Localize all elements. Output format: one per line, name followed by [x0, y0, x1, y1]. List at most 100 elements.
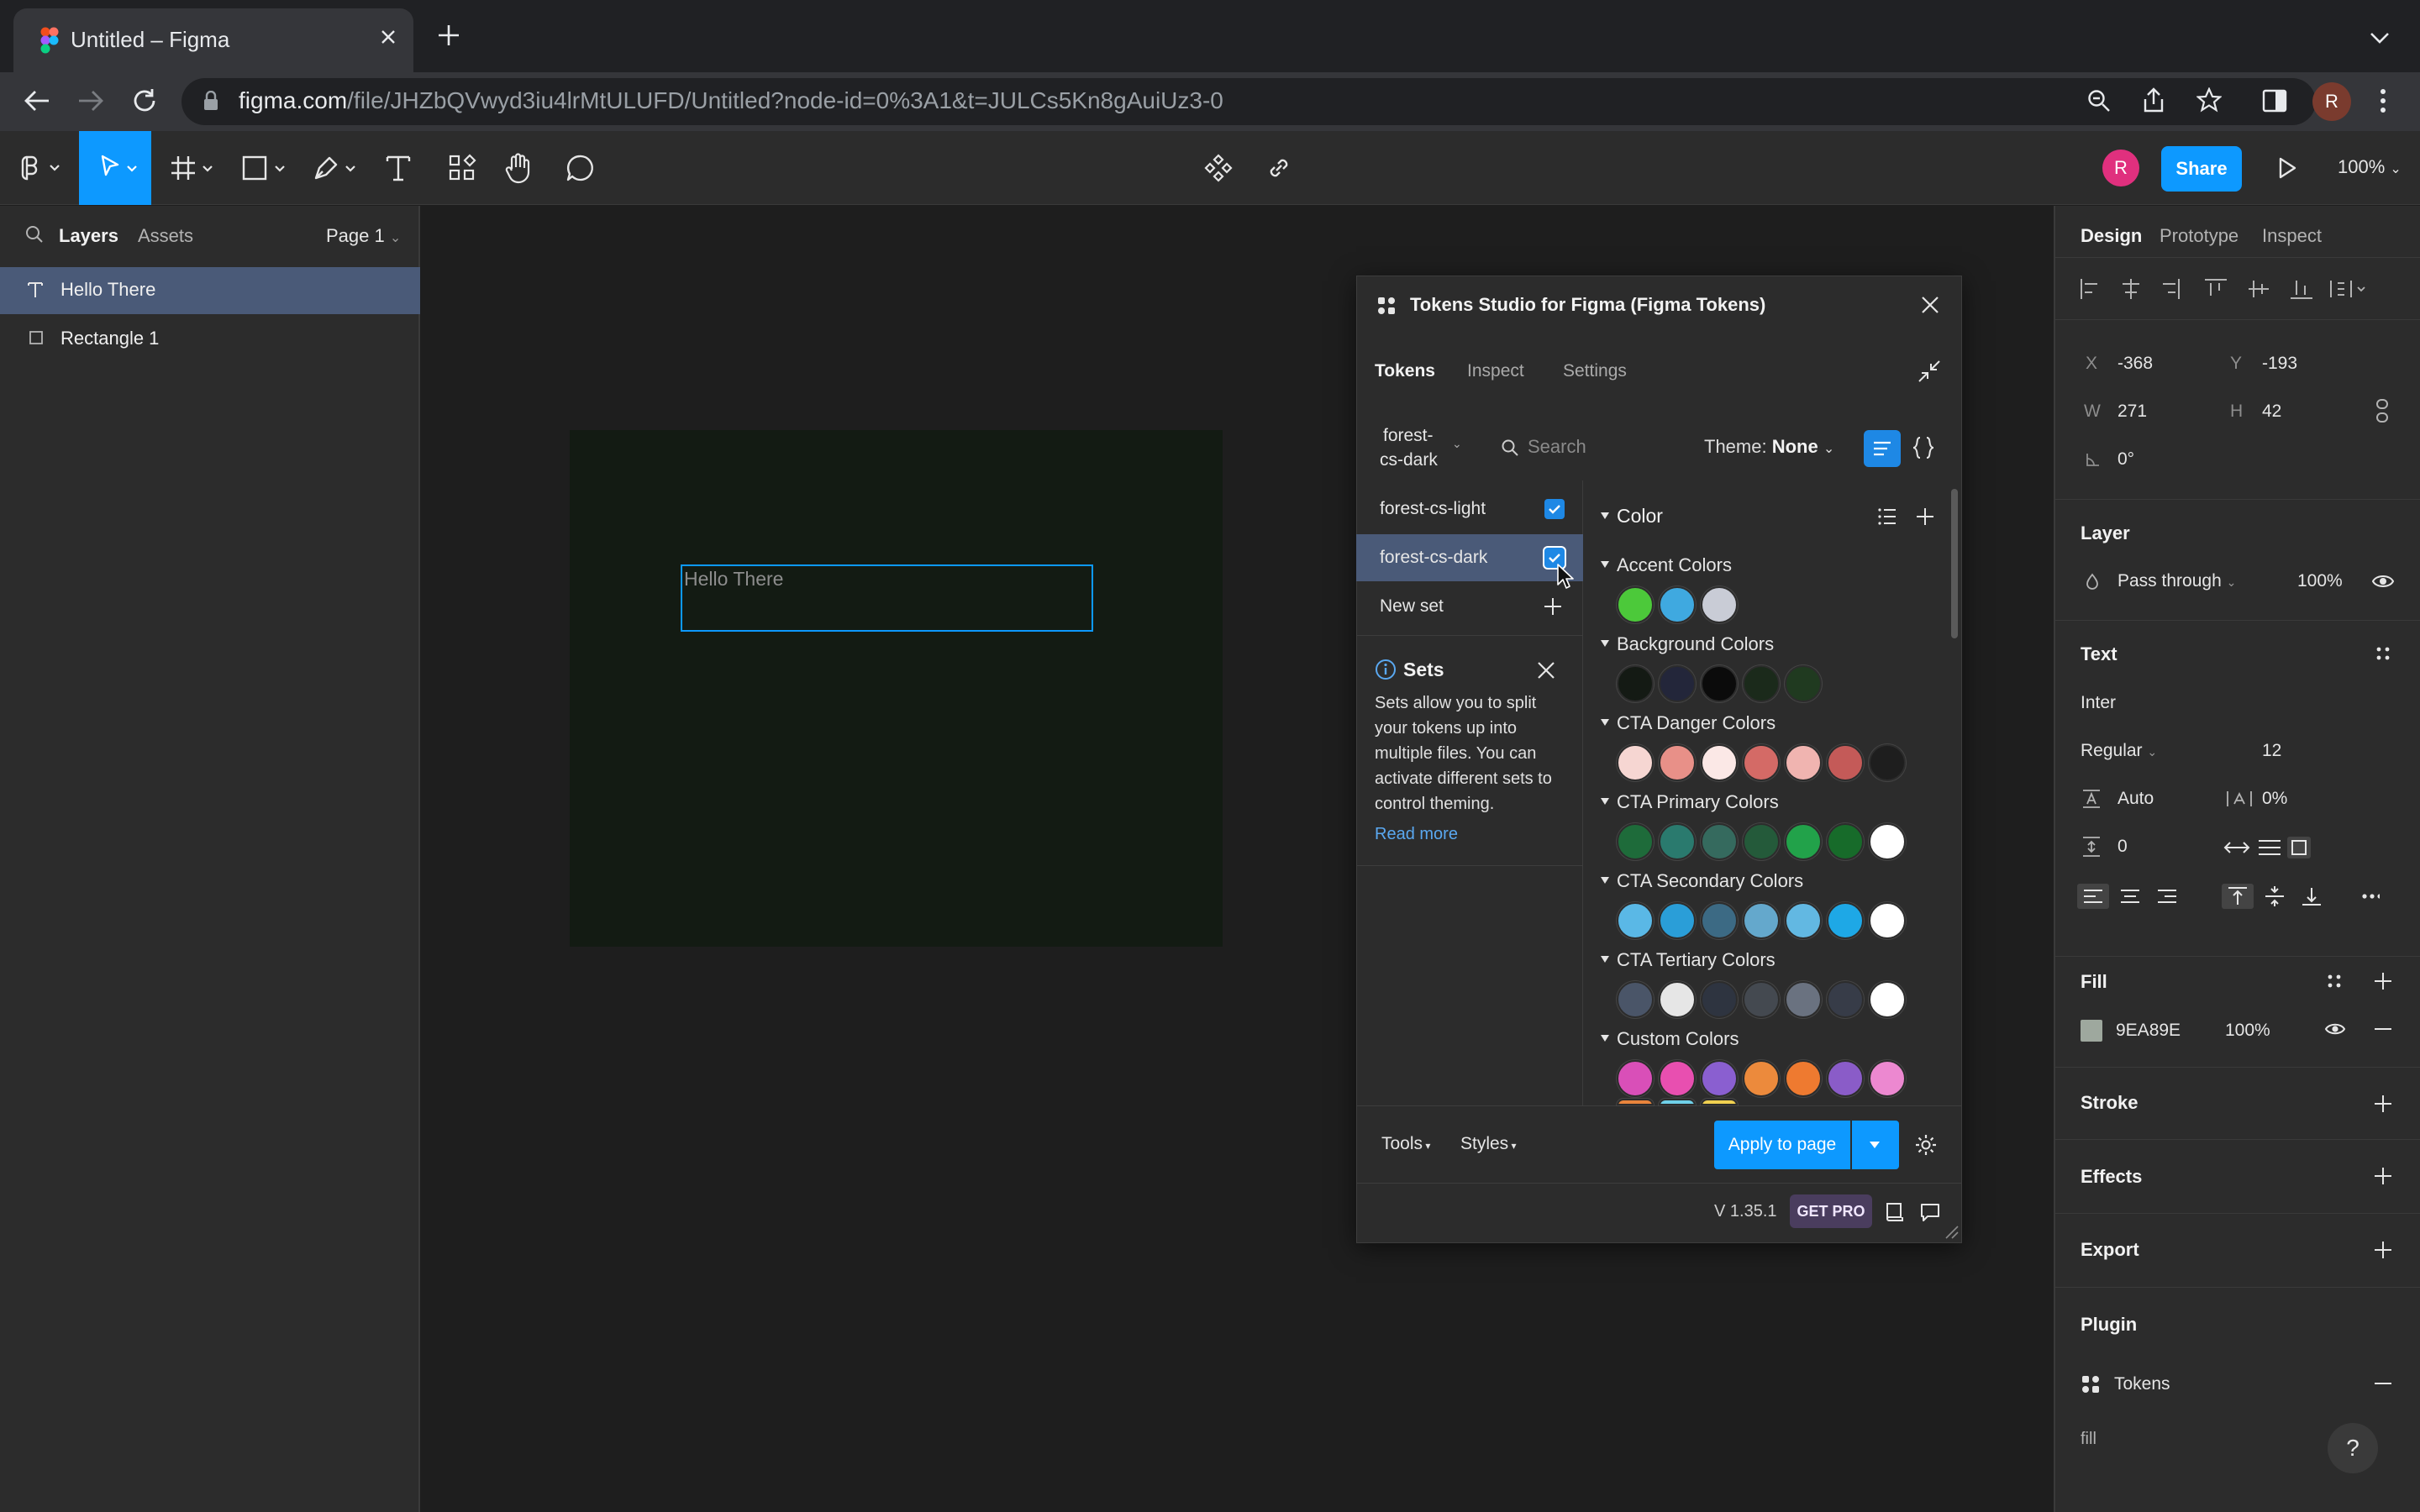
alignment-icons[interactable] [2079, 277, 2407, 301]
settings-gear-icon[interactable] [1914, 1133, 1938, 1157]
frame-tool-button[interactable] [168, 143, 220, 193]
close-tab-icon[interactable] [376, 25, 400, 49]
color-token-swatch[interactable] [1617, 823, 1654, 860]
color-token-swatch[interactable] [1743, 902, 1780, 939]
bookmark-star-icon[interactable] [2196, 87, 2222, 113]
minus-icon[interactable] [2373, 1378, 2393, 1389]
color-token-swatch[interactable] [1659, 1099, 1696, 1105]
tab-inspect[interactable]: Inspect [2262, 225, 2322, 247]
color-token-swatch[interactable] [1617, 902, 1654, 939]
new-set-row[interactable]: New set [1356, 583, 1583, 630]
hand-tool-button[interactable] [502, 143, 536, 193]
tools-dropdown[interactable]: Tools ▾ [1381, 1134, 1430, 1154]
fill-color-swatch[interactable] [2081, 1020, 2102, 1042]
move-tool-button[interactable] [79, 131, 151, 205]
color-token-swatch[interactable] [1827, 1060, 1864, 1097]
color-token-swatch[interactable] [1617, 1099, 1654, 1105]
paragraph-spacing-input[interactable]: 0 [2118, 837, 2128, 857]
main-menu-button[interactable] [15, 143, 66, 193]
share-page-icon[interactable] [2143, 87, 2165, 113]
color-token-swatch[interactable] [1869, 744, 1906, 781]
fill-hex-input[interactable]: 9EA89E [2116, 1021, 2181, 1041]
color-token-swatch[interactable] [1659, 902, 1696, 939]
caret-down-icon[interactable] [1600, 559, 1610, 570]
close-icon[interactable] [1919, 294, 1941, 316]
search-icon[interactable] [25, 225, 44, 244]
color-token-swatch[interactable] [1659, 981, 1696, 1018]
styles-dropdown[interactable]: Styles ▾ [1460, 1134, 1517, 1154]
rectangle-1-frame[interactable] [570, 430, 1223, 947]
help-button[interactable]: ? [2328, 1423, 2378, 1473]
text-resizing-icons[interactable] [2223, 837, 2311, 858]
tab-layers[interactable]: Layers [59, 225, 118, 247]
color-token-swatch[interactable] [1617, 1060, 1654, 1097]
hello-there-text-layer[interactable]: Hello There [681, 564, 1093, 632]
token-group-title[interactable]: CTA Primary Colors [1617, 791, 1779, 813]
token-group-title[interactable]: Background Colors [1617, 633, 1774, 655]
h-input[interactable]: 42 [2262, 402, 2281, 422]
color-token-swatch[interactable] [1659, 823, 1696, 860]
color-token-swatch[interactable] [1869, 823, 1906, 860]
tab-assets[interactable]: Assets [138, 225, 193, 247]
line-height-input[interactable]: Auto [2118, 789, 2154, 809]
minimize-icon[interactable] [1918, 360, 1941, 383]
color-token-swatch[interactable] [1743, 823, 1780, 860]
plus-icon[interactable] [2373, 971, 2393, 991]
token-group-title[interactable]: Custom Colors [1617, 1028, 1739, 1050]
token-group-title[interactable]: CTA Tertiary Colors [1617, 949, 1776, 971]
color-token-swatch[interactable] [1785, 1060, 1822, 1097]
plugin-tab-settings[interactable]: Settings [1563, 361, 1627, 381]
user-avatar[interactable]: R [2102, 150, 2139, 186]
browser-menu-icon[interactable] [2380, 87, 2386, 114]
shape-tool-button[interactable] [240, 143, 292, 193]
side-panel-icon[interactable] [2262, 89, 2287, 113]
constrain-proportions-icon[interactable] [2375, 398, 2390, 423]
color-token-swatch[interactable] [1617, 981, 1654, 1018]
color-token-swatch[interactable] [1617, 744, 1654, 781]
color-token-swatch[interactable] [1785, 744, 1822, 781]
blend-mode-dropdown[interactable]: Pass through ⌄ [2118, 571, 2236, 591]
plus-icon[interactable] [2373, 1240, 2393, 1260]
color-token-swatch[interactable] [1659, 586, 1696, 623]
token-search-input[interactable]: Search [1528, 436, 1586, 458]
text-align-icons[interactable] [2077, 884, 2380, 909]
present-play-icon[interactable] [2277, 156, 2297, 180]
list-view-button[interactable] [1864, 430, 1901, 467]
color-token-swatch[interactable] [1659, 665, 1696, 702]
color-token-swatch[interactable] [1785, 902, 1822, 939]
reload-icon[interactable] [131, 87, 158, 114]
token-group-title[interactable]: Accent Colors [1617, 554, 1732, 576]
color-token-swatch[interactable] [1785, 665, 1822, 702]
plugin-tab-inspect[interactable]: Inspect [1467, 361, 1524, 381]
set-checkbox[interactable] [1544, 499, 1565, 519]
zoom-dropdown[interactable]: 100% ⌄ [2338, 156, 2402, 178]
forward-arrow-icon[interactable] [77, 89, 104, 113]
feedback-chat-icon[interactable] [1919, 1201, 1941, 1223]
back-arrow-icon[interactable] [24, 89, 50, 113]
token-group-title[interactable]: CTA Secondary Colors [1617, 870, 1803, 892]
text-tool-button[interactable] [381, 143, 415, 193]
font-size-input[interactable]: 12 [2262, 741, 2281, 761]
color-token-swatch[interactable] [1743, 744, 1780, 781]
component-button[interactable] [1200, 143, 1237, 193]
color-token-swatch[interactable] [1827, 981, 1864, 1018]
apply-to-page-button[interactable]: Apply to page [1714, 1121, 1850, 1169]
color-token-swatch[interactable] [1743, 665, 1780, 702]
color-token-swatch[interactable] [1869, 1060, 1906, 1097]
lock-icon[interactable] [203, 91, 218, 111]
color-token-swatch[interactable] [1701, 981, 1738, 1018]
color-token-swatch[interactable] [1785, 823, 1822, 860]
json-view-icon[interactable] [1911, 435, 1936, 460]
link-button[interactable] [1260, 143, 1297, 193]
color-token-swatch[interactable] [1701, 1099, 1738, 1105]
zoom-icon[interactable] [2087, 89, 2111, 113]
page-selector[interactable]: Page 1 ⌄ [326, 225, 401, 247]
color-token-swatch[interactable] [1827, 902, 1864, 939]
plus-icon[interactable] [2373, 1094, 2393, 1114]
caret-down-icon[interactable] [1600, 954, 1610, 964]
set-row-forest-cs-dark[interactable]: forest-cs-dark [1356, 534, 1583, 581]
rotation-input[interactable]: 0° [2118, 449, 2134, 470]
token-group-title[interactable]: CTA Danger Colors [1617, 712, 1776, 734]
read-more-link[interactable]: Read more [1375, 825, 1458, 844]
close-icon[interactable] [1536, 660, 1556, 680]
